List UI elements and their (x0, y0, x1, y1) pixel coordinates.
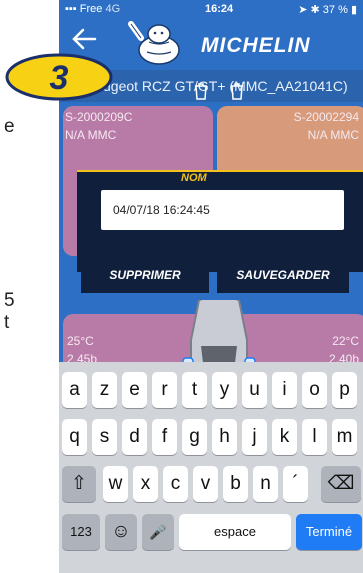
name-input[interactable] (101, 190, 344, 230)
tire-label: N/A MMC (307, 128, 359, 142)
key-m[interactable]: m (332, 419, 357, 455)
key-t[interactable]: t (182, 372, 207, 408)
space-key[interactable]: espace (179, 514, 291, 550)
key-z[interactable]: z (92, 372, 117, 408)
carrier-info: ▪▪▪ Free 4G (65, 3, 121, 15)
trash-icon[interactable] (193, 82, 209, 100)
return-key[interactable]: Terminé (296, 514, 362, 550)
key-c[interactable]: c (163, 466, 188, 502)
save-button[interactable]: SAUVEGARDER (217, 255, 349, 293)
microphone-key[interactable]: 🎤 (142, 514, 174, 550)
numbers-key[interactable]: 123 (62, 514, 100, 550)
key-h[interactable]: h (212, 419, 237, 455)
tire-code: S-20002294 (293, 110, 359, 124)
vehicle-title: ugeot RCZ GT/GT+ (MMC_AA21041C) (103, 78, 348, 94)
status-bar: ▪▪▪ Free 4G 16:24 ➤ ✱ 37 % ▮ (59, 0, 363, 18)
battery-icon: ▮ (350, 3, 357, 16)
key-b[interactable]: b (223, 466, 248, 502)
dialog-title: NOM (181, 172, 207, 184)
document-text-fragment: e (4, 116, 15, 137)
key-i[interactable]: i (272, 372, 297, 408)
key-e[interactable]: e (122, 372, 147, 408)
key-f[interactable]: f (152, 419, 177, 455)
key-o[interactable]: o (302, 372, 327, 408)
key-g[interactable]: g (182, 419, 207, 455)
emoji-key[interactable]: ☺ (105, 514, 137, 550)
key-k[interactable]: k (272, 419, 297, 455)
document-text-fragment: 5 (4, 290, 15, 311)
key-q[interactable]: q (62, 419, 87, 455)
location-icon: ➤ (298, 3, 308, 16)
key-´[interactable]: ´ (283, 466, 308, 502)
key-d[interactable]: d (122, 419, 147, 455)
back-arrow-icon[interactable] (71, 26, 97, 52)
key-p[interactable]: p (332, 372, 357, 408)
brand-logo-text: MICHELIN (201, 34, 311, 57)
key-s[interactable]: s (92, 419, 117, 455)
document-text-fragment: t (4, 312, 10, 333)
key-x[interactable]: x (133, 466, 158, 502)
delete-button[interactable]: SUPPRIMER (81, 255, 209, 293)
step-number: 3 (50, 59, 69, 97)
backspace-key[interactable]: ⌫ (321, 466, 361, 502)
key-n[interactable]: n (253, 466, 278, 502)
key-v[interactable]: v (193, 466, 218, 502)
tire-code: S-2000209C (65, 110, 133, 124)
step-number-badge: 3 (5, 53, 113, 101)
status-time: 16:24 (205, 3, 234, 15)
key-r[interactable]: r (152, 372, 177, 408)
key-a[interactable]: a (62, 372, 87, 408)
keyboard: a z e r t y u i o p q s d f g h j k l m ⇧ w x c v b n ´ ⌫ 123 ☺ 🎤 espace… (59, 362, 363, 573)
key-y[interactable]: y (212, 372, 237, 408)
key-l[interactable]: l (302, 419, 327, 455)
shift-key[interactable]: ⇧ (62, 466, 96, 502)
key-u[interactable]: u (242, 372, 267, 408)
tire-label: N/A MMC (65, 128, 117, 142)
tire-temperature: 22°C (332, 334, 359, 348)
michelin-bibendum-logo (128, 21, 180, 65)
bluetooth-icon: ✱ (310, 3, 320, 16)
key-w[interactable]: w (103, 466, 128, 502)
tire-temperature: 25°C (67, 334, 94, 348)
trash-icon[interactable] (229, 82, 245, 100)
status-right: ➤ ✱ 37 % ▮ (298, 3, 357, 16)
key-j[interactable]: j (242, 419, 267, 455)
signal-icon: ▪▪▪ (65, 3, 77, 15)
